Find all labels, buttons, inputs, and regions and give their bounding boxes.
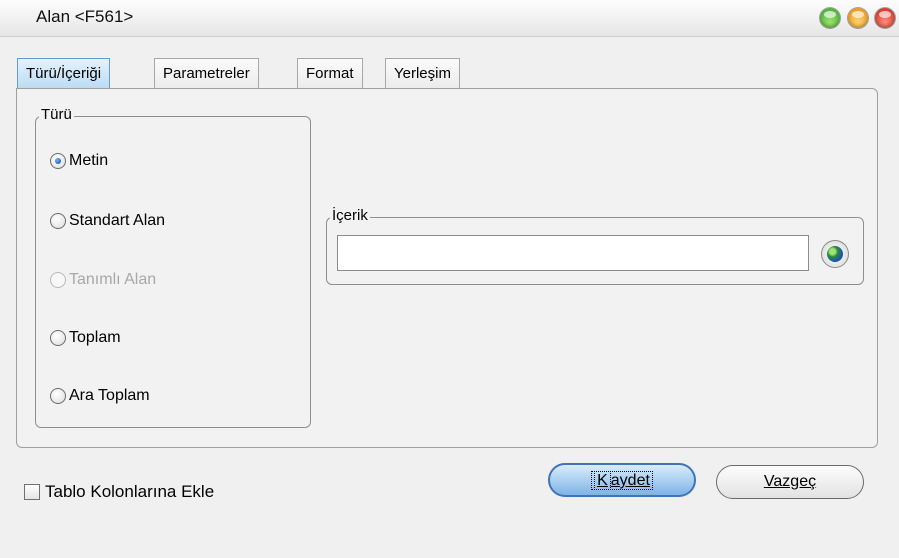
tab-panel: Türü Metin Standart Alan Tanımlı Alan To… — [16, 88, 878, 448]
content-group: İçerik — [326, 207, 864, 285]
radio-button[interactable] — [50, 330, 66, 346]
cancel-button-label: Vazgeç — [763, 473, 817, 490]
add-to-table-columns-checkbox[interactable]: Tablo Kolonlarına Ekle — [24, 482, 214, 502]
radio-button[interactable] — [50, 213, 66, 229]
save-button[interactable]: Kaydet — [548, 463, 696, 497]
radio-button-checked[interactable] — [50, 153, 66, 169]
maximize-circle-icon[interactable] — [820, 8, 840, 28]
radio-label: Metin — [69, 152, 109, 169]
checkbox-label: Tablo Kolonlarına Ekle — [45, 482, 215, 501]
radio-label: Standart Alan — [69, 212, 166, 229]
radio-metin[interactable]: Metin — [50, 150, 108, 172]
radio-tanimli-alan: Tanımlı Alan — [50, 269, 156, 291]
window-title: Alan <F561> — [36, 7, 134, 26]
title-bar: Alan <F561> — [0, 0, 899, 37]
radio-toplam[interactable]: Toplam — [50, 327, 121, 349]
content-group-legend: İçerik — [330, 207, 370, 224]
globe-button[interactable] — [821, 240, 849, 268]
tab-turu-icerigi[interactable]: Türü/İçeriği — [17, 58, 111, 88]
radio-label: Toplam — [69, 329, 121, 346]
save-button-label: Kaydet — [591, 471, 653, 490]
type-group-legend: Türü — [39, 106, 74, 123]
radio-button[interactable] — [50, 388, 66, 404]
tab-yerlesim[interactable]: Yerleşim — [385, 58, 460, 88]
tab-parametreler[interactable]: Parametreler — [154, 58, 259, 88]
cancel-button[interactable]: Vazgeç — [716, 465, 864, 499]
close-circle-icon[interactable] — [875, 8, 895, 28]
radio-button-disabled — [50, 272, 66, 288]
radio-label: Ara Toplam — [69, 387, 150, 404]
content-input[interactable] — [337, 235, 809, 271]
radio-ara-toplam[interactable]: Ara Toplam — [50, 385, 150, 407]
tab-format[interactable]: Format — [297, 58, 363, 88]
type-group: Türü Metin Standart Alan Tanımlı Alan To… — [35, 106, 311, 428]
radio-label: Tanımlı Alan — [69, 271, 157, 288]
radio-standart-alan[interactable]: Standart Alan — [50, 210, 165, 232]
checkbox-box[interactable] — [24, 484, 40, 500]
globe-icon — [827, 246, 843, 262]
minimize-circle-icon[interactable] — [848, 8, 868, 28]
